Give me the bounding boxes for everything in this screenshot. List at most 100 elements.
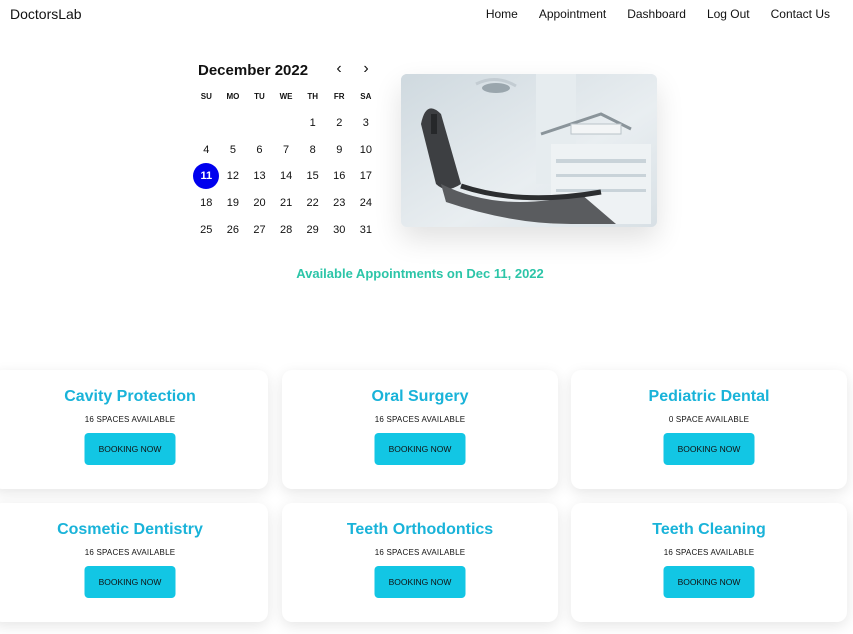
calendar-day[interactable]: 11 [193,163,220,190]
calendar-day-number: 16 [333,170,346,183]
calendar-day[interactable]: 4 [193,137,220,164]
calendar-day[interactable]: 31 [353,216,380,243]
weekday-label: TH [307,92,318,101]
calendar-day-number: 31 [359,223,372,236]
service-spaces: 0 SPACE AVAILABLE [668,415,750,424]
calendar-day-number: 4 [203,143,210,156]
service-card-cavity-protection: Cavity Protection 16 SPACES AVAILABLE BO… [0,370,268,489]
weekday-label: WE [279,92,293,101]
service-title: Oral Surgery [371,388,469,405]
calendar-day[interactable]: 23 [326,190,353,217]
brand-logo[interactable]: DoctorsLab [10,6,82,22]
calendar-day-number: 1 [309,117,316,130]
calendar-day[interactable]: 5 [220,137,247,164]
calendar-day-number: 7 [283,143,290,156]
nav-appointment[interactable]: Appointment [539,7,606,21]
calendar-day[interactable]: 25 [193,216,220,243]
calendar-day[interactable]: 8 [299,137,326,164]
booking-now-button[interactable]: BOOKING NOW [84,433,176,465]
available-appointments-heading: Available Appointments on Dec 11, 2022 [296,266,544,281]
chevron-left-icon[interactable]: ‹ [331,60,347,78]
calendar-day[interactable]: 2 [326,110,353,137]
service-spaces: 16 SPACES AVAILABLE [374,548,466,557]
calendar-day[interactable]: 17 [353,163,380,190]
calendar-day[interactable]: 27 [246,216,273,243]
nav-logout[interactable]: Log Out [707,7,750,21]
calendar-day-number: 11 [193,163,220,190]
booking-now-button[interactable]: BOOKING NOW [374,433,466,465]
calendar-day-number: 10 [359,143,372,156]
calendar-day[interactable]: 6 [246,137,273,164]
nav-contact[interactable]: Contact Us [771,7,830,21]
service-title: Cavity Protection [64,388,196,405]
calendar-day[interactable]: 30 [326,216,353,243]
calendar-day[interactable]: 1 [299,110,326,137]
service-spaces: 16 SPACES AVAILABLE [84,415,176,424]
calendar-day[interactable]: 16 [326,163,353,190]
calendar-day[interactable]: 29 [299,216,326,243]
nav-home[interactable]: Home [486,7,518,21]
service-card-teeth-orthodontics: Teeth Orthodontics 16 SPACES AVAILABLE B… [282,503,558,622]
calendar-day-number: 20 [253,197,266,210]
service-card-cosmetic-dentistry: Cosmetic Dentistry 16 SPACES AVAILABLE B… [0,503,268,622]
calendar-day[interactable]: 7 [273,137,300,164]
calendar-day-number: 15 [306,170,319,183]
calendar-day-number: 21 [279,197,293,210]
weekday-label: SA [360,92,372,101]
calendar-day[interactable]: 26 [220,216,247,243]
nav-links: Home Appointment Dashboard Log Out Conta… [465,7,830,21]
calendar-day-number: 30 [333,223,346,236]
calendar-day[interactable]: 21 [273,190,300,217]
calendar-day[interactable]: 15 [299,163,326,190]
calendar-day-number: 17 [359,170,372,183]
calendar-day-number: 3 [362,117,369,130]
service-card-pediatric-dental: Pediatric Dental 0 SPACE AVAILABLE BOOKI… [571,370,847,489]
weekday-label: SU [200,92,212,101]
calendar-day[interactable]: 13 [246,163,273,190]
calendar-day[interactable]: 10 [353,137,380,164]
calendar-empty-cell [246,110,273,137]
calendar-day[interactable]: 24 [353,190,380,217]
chevron-right-icon[interactable]: › [358,60,374,78]
calendar-day-number: 12 [226,170,240,183]
calendar-day-number: 19 [226,197,240,210]
weekday-label: MO [226,92,240,101]
booking-now-button[interactable]: BOOKING NOW [84,566,176,598]
booking-now-button[interactable]: BOOKING NOW [663,433,755,465]
nav-dashboard[interactable]: Dashboard [627,7,686,21]
dental-chair-illustration [401,74,657,227]
calendar-day-number: 14 [279,170,293,183]
service-card-oral-surgery: Oral Surgery 16 SPACES AVAILABLE BOOKING… [282,370,558,489]
calendar-day[interactable]: 9 [326,137,353,164]
calendar-day-number: 5 [229,143,236,156]
calendar-day[interactable]: 22 [299,190,326,217]
calendar-empty-cell [273,110,300,137]
calendar-day-number: 18 [200,197,213,210]
weekday-label: TU [254,92,265,101]
service-spaces: 16 SPACES AVAILABLE [84,548,176,557]
calendar-day-number: 23 [333,197,346,210]
booking-now-button[interactable]: BOOKING NOW [663,566,755,598]
calendar-day[interactable]: 14 [273,163,300,190]
calendar-day-number: 27 [253,223,266,236]
calendar-day[interactable]: 12 [220,163,247,190]
calendar-day[interactable]: 19 [220,190,247,217]
calendar-day[interactable]: 18 [193,190,220,217]
calendar-day[interactable]: 3 [353,110,380,137]
calendar-empty-cell [220,110,247,137]
service-title: Teeth Orthodontics [346,521,494,538]
calendar-empty-cell [193,110,220,137]
calendar-day-number: 26 [226,223,240,236]
weekday-label: FR [333,92,345,101]
calendar-grid: SU MO TU WE TH FR SA 1 2 3 4 5 6 7 8 9 10 11 12 13 14 15 16 17 1… [193,84,379,243]
calendar-day[interactable]: 28 [273,216,300,243]
booking-now-button[interactable]: BOOKING NOW [374,566,466,598]
calendar-day-number: 28 [279,223,293,236]
navbar: DoctorsLab Home Appointment Dashboard Lo… [0,0,853,30]
service-spaces: 16 SPACES AVAILABLE [374,415,466,424]
calendar-day[interactable]: 20 [246,190,273,217]
calendar-day-number: 9 [336,143,343,156]
service-spaces: 16 SPACES AVAILABLE [663,548,755,557]
calendar-month-label: December 2022 [198,62,309,79]
calendar-day-number: 13 [253,170,266,183]
